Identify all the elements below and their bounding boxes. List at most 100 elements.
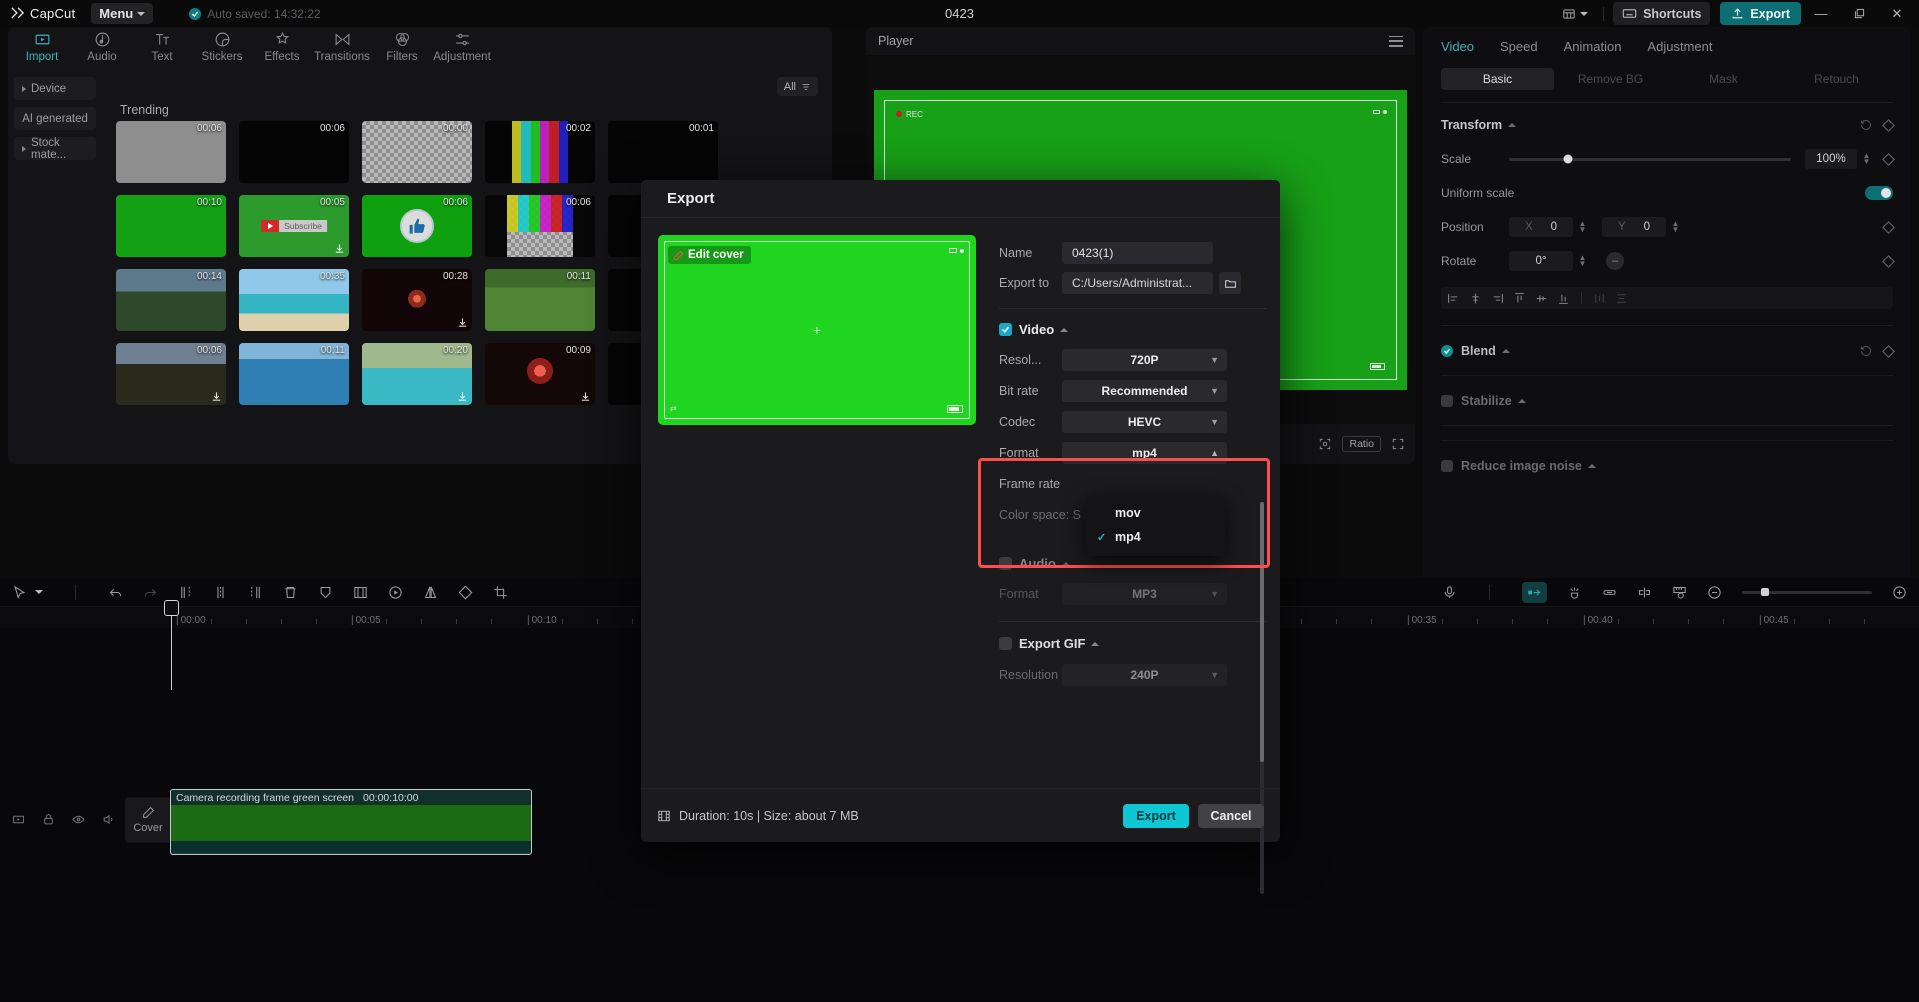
- fullscreen-icon[interactable]: [1391, 437, 1405, 451]
- eye-icon[interactable]: [72, 813, 85, 826]
- media-thumbnail[interactable]: 00:09: [485, 343, 595, 405]
- stabilize-checkbox[interactable]: [1441, 395, 1453, 407]
- layout-button[interactable]: [1556, 3, 1594, 24]
- subtab-remove-bg[interactable]: Remove BG: [1554, 68, 1667, 90]
- media-thumbnail[interactable]: 00:14: [116, 269, 226, 331]
- download-icon[interactable]: [580, 391, 591, 402]
- select-tool-icon[interactable]: [12, 585, 27, 600]
- maximize-button[interactable]: [1841, 0, 1877, 27]
- nav-tab-adjustment[interactable]: Adjustment: [434, 27, 490, 63]
- lock-icon[interactable]: [42, 813, 55, 826]
- chevron-up-icon[interactable]: [1062, 562, 1070, 566]
- browse-folder-button[interactable]: [1219, 272, 1241, 294]
- media-thumbnail[interactable]: 00:20: [362, 343, 472, 405]
- cover-button[interactable]: Cover: [125, 797, 171, 843]
- format-option-mov[interactable]: mov: [1086, 501, 1225, 525]
- shortcuts-button[interactable]: Shortcuts: [1613, 2, 1710, 25]
- export-top-button[interactable]: Export: [1720, 2, 1801, 25]
- cover-preview[interactable]: Edit cover + ⇄: [658, 235, 976, 425]
- tab-speed[interactable]: Speed: [1500, 39, 1538, 54]
- keyframe-icon[interactable]: [1882, 221, 1895, 234]
- split-icon[interactable]: [213, 585, 228, 600]
- chevron-up-icon[interactable]: [1060, 328, 1068, 332]
- nav-tab-audio[interactable]: Audio: [74, 27, 130, 63]
- magnet-snap-icon[interactable]: [1567, 585, 1582, 600]
- media-thumbnail[interactable]: 00:10: [116, 195, 226, 257]
- media-thumbnail[interactable]: 00:06: [239, 121, 349, 183]
- microphone-icon[interactable]: [1442, 585, 1457, 600]
- crop-preview-icon[interactable]: [1318, 437, 1332, 451]
- keyframe-icon[interactable]: [1882, 255, 1895, 268]
- edit-cover-button[interactable]: Edit cover: [668, 246, 751, 264]
- keyframe-icon[interactable]: [1882, 345, 1895, 358]
- scale-slider[interactable]: [1509, 158, 1791, 161]
- subtab-mask[interactable]: Mask: [1667, 68, 1780, 90]
- align-bottom-icon[interactable]: [1557, 292, 1570, 305]
- freeze-frame-icon[interactable]: [353, 585, 368, 600]
- position-y-field[interactable]: Y 0: [1602, 217, 1666, 237]
- split-left-icon[interactable]: [178, 585, 193, 600]
- tab-video[interactable]: Video: [1441, 39, 1474, 54]
- codec-select[interactable]: HEVC ▼: [1062, 411, 1227, 433]
- audio-checkbox[interactable]: [999, 557, 1012, 570]
- nav-tab-transitions[interactable]: Transitions: [314, 27, 370, 63]
- sidebar-item-ai-generated[interactable]: AI generated: [14, 107, 96, 130]
- distribute-horizontal-icon[interactable]: [1593, 292, 1606, 305]
- align-right-icon[interactable]: [1491, 292, 1504, 305]
- playhead[interactable]: [171, 600, 172, 690]
- delete-icon[interactable]: [283, 585, 298, 600]
- scale-stepper[interactable]: ▲▼: [1861, 153, 1872, 164]
- keyframe-icon[interactable]: [1882, 153, 1895, 166]
- keyframe-icon[interactable]: [1882, 119, 1895, 132]
- rotate-dial-icon[interactable]: –: [1606, 252, 1624, 270]
- resolution-select[interactable]: 720P ▼: [1062, 349, 1227, 371]
- nav-tab-import[interactable]: Import: [14, 27, 70, 63]
- playhead-handle[interactable]: [164, 600, 179, 616]
- bitrate-select[interactable]: Recommended ▼: [1062, 380, 1227, 402]
- mirror-icon[interactable]: [423, 585, 438, 600]
- nav-tab-text[interactable]: Text: [134, 27, 190, 63]
- sidebar-item-stock-materials[interactable]: Stock mate...: [14, 137, 96, 160]
- crop-icon[interactable]: [493, 585, 508, 600]
- media-thumbnail[interactable]: 00:35: [239, 269, 349, 331]
- tab-animation[interactable]: Animation: [1564, 39, 1622, 54]
- add-cover-plus-icon[interactable]: +: [813, 322, 821, 338]
- track-thumbnail-icon[interactable]: [12, 813, 25, 826]
- format-select[interactable]: mp4 ▲: [1062, 442, 1227, 464]
- position-x-stepper[interactable]: ▲▼: [1577, 221, 1588, 232]
- media-thumbnail[interactable]: 00:01: [608, 121, 718, 183]
- media-thumbnail[interactable]: 00:11: [239, 343, 349, 405]
- play-circle-icon[interactable]: [388, 585, 403, 600]
- sidebar-item-device[interactable]: Device: [14, 77, 96, 100]
- media-thumbnail[interactable]: 00:02: [485, 121, 595, 183]
- download-icon[interactable]: [457, 317, 468, 328]
- media-thumbnail[interactable]: 00:06: [485, 195, 595, 257]
- export-path-input[interactable]: C:/Users/Administrat...: [1062, 272, 1213, 294]
- chevron-up-icon[interactable]: [1508, 123, 1516, 127]
- tab-adjustment[interactable]: Adjustment: [1647, 39, 1712, 54]
- audio-format-select[interactable]: MP3 ▼: [1062, 583, 1227, 605]
- blend-checkbox[interactable]: [1441, 345, 1453, 357]
- split-right-icon[interactable]: [248, 585, 263, 600]
- gif-resolution-select[interactable]: 240P ▼: [1062, 664, 1227, 686]
- filter-all-button[interactable]: All: [777, 77, 818, 96]
- zoom-slider[interactable]: [1742, 591, 1872, 594]
- ratio-button[interactable]: Ratio: [1342, 436, 1381, 452]
- chevron-up-icon[interactable]: [1588, 464, 1596, 468]
- name-input[interactable]: 0423(1): [1062, 242, 1213, 264]
- align-center-horizontal-icon[interactable]: [1469, 292, 1482, 305]
- video-checkbox[interactable]: [999, 323, 1012, 336]
- dialog-scrollbar-thumb[interactable]: [1260, 502, 1264, 762]
- zoom-out-icon[interactable]: [1707, 585, 1722, 600]
- gif-checkbox[interactable]: [999, 637, 1012, 650]
- align-top-icon[interactable]: [1513, 292, 1526, 305]
- link-icon[interactable]: [1602, 585, 1617, 600]
- minimize-button[interactable]: —: [1803, 0, 1839, 27]
- mask-shield-icon[interactable]: [318, 585, 333, 600]
- auto-fit-toggle[interactable]: [1522, 582, 1547, 603]
- reset-icon[interactable]: [1860, 345, 1872, 357]
- chevron-up-icon[interactable]: [1502, 349, 1510, 353]
- zoom-slider-knob[interactable]: [1761, 588, 1769, 596]
- rotate-icon[interactable]: [458, 585, 473, 600]
- format-option-mp4[interactable]: ✓ mp4: [1086, 525, 1225, 549]
